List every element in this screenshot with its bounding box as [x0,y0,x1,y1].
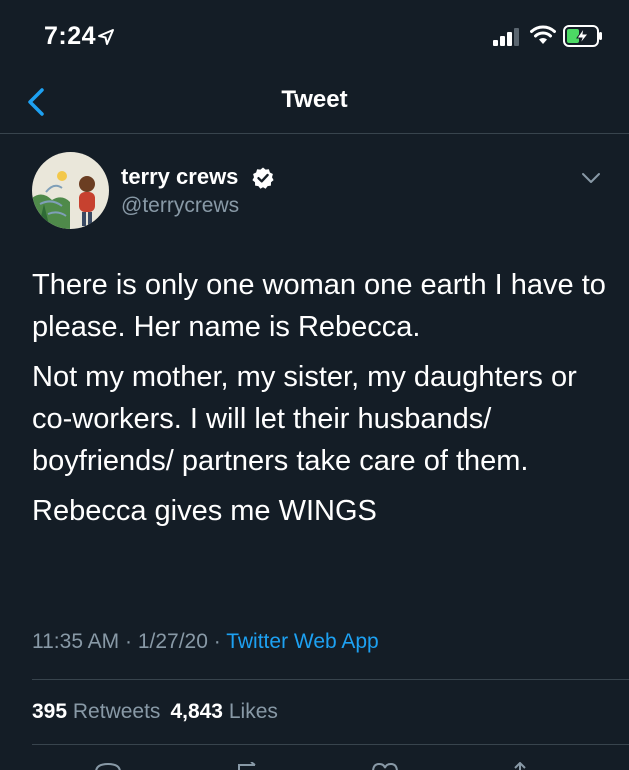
likes-count: 4,843 [170,700,223,723]
meta-separator: · [119,630,138,653]
location-arrow-icon [98,29,114,45]
cellular-signal-icon [493,28,519,46]
status-bar: 7:24 [0,0,629,72]
like-icon[interactable] [370,762,400,770]
tweet-metadata: 11:35 AM · 1/27/20 · Twitter Web App [32,630,379,654]
tweet-paragraph: There is only one woman one earth I have… [32,269,606,343]
nav-header: Tweet [0,72,629,134]
retweet-icon[interactable] [233,762,263,770]
author-name[interactable]: terry crews [121,164,238,190]
divider [32,679,629,680]
tweet-paragraph: Not my mother, my sister, my daughters o… [32,361,577,477]
retweets-label: Retweets [72,700,161,723]
reply-icon[interactable] [93,762,123,770]
likes-stat[interactable]: 4,843 Likes [170,700,277,723]
tweet-paragraph: Rebecca gives me WINGS [32,495,377,527]
share-icon[interactable] [505,762,535,770]
tweet-action-bar [0,745,629,770]
tweet-time: 11:35 AM [32,630,120,653]
retweets-count: 395 [32,700,68,723]
page-title: Tweet [281,86,348,113]
status-time: 7:24 [44,22,97,50]
avatar[interactable] [32,152,109,229]
caret-down-icon[interactable] [580,170,602,186]
tweet-text: There is only one woman one earth I have… [32,264,607,540]
meta-separator: · [207,630,227,653]
engagement-stats: 395 Retweets 4,843 Likes [32,700,278,724]
battery-charging-icon [563,25,602,47]
tweet-date: 1/27/20 [137,630,208,653]
likes-label: Likes [228,700,278,723]
tweet-detail-screen: 7:24 Tweet terry crews @terrycrews There… [0,0,629,770]
verified-badge-icon [252,167,274,189]
retweets-stat[interactable]: 395 Retweets [32,700,160,723]
tweet-source-link[interactable]: Twitter Web App [226,630,379,653]
author-handle[interactable]: @terrycrews [121,194,239,218]
wifi-icon [530,25,556,44]
